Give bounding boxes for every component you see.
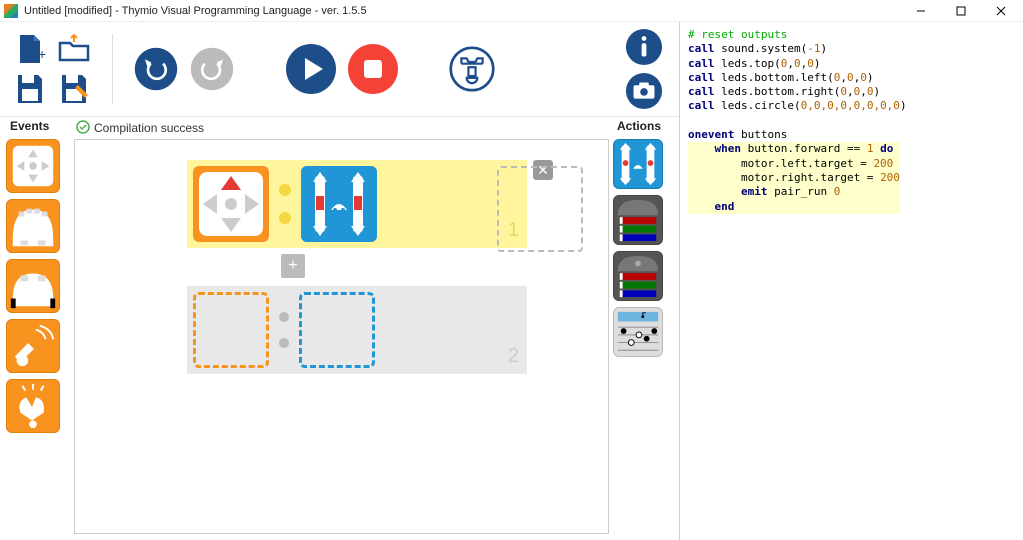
- event-prox-ground-tile[interactable]: [6, 259, 60, 313]
- redo-button[interactable]: [189, 46, 235, 92]
- action-bottom-color-tile[interactable]: [613, 251, 663, 301]
- program-row-2[interactable]: 2: [187, 286, 527, 374]
- toolbar: +: [0, 22, 679, 117]
- svg-text:+: +: [38, 46, 46, 62]
- action-music-tile[interactable]: [613, 307, 663, 357]
- maximize-button[interactable]: [943, 0, 979, 22]
- row2-action-slot[interactable]: [299, 292, 375, 368]
- event-tap-tile[interactable]: [6, 319, 60, 373]
- close-button[interactable]: [983, 0, 1019, 22]
- add-row-button[interactable]: +: [281, 254, 305, 278]
- event-clap-tile[interactable]: [6, 379, 60, 433]
- actions-palette: [613, 137, 673, 357]
- program-canvas[interactable]: 1 ✕ + 2: [74, 139, 609, 534]
- events-palette: [6, 137, 70, 433]
- screenshot-button[interactable]: [625, 72, 663, 110]
- program-row-1[interactable]: 1 ✕: [187, 160, 527, 248]
- status-text: Compilation success: [94, 121, 204, 135]
- action-motors-tile[interactable]: [613, 139, 663, 189]
- row2-event-slot[interactable]: [193, 292, 269, 368]
- advanced-mode-button[interactable]: [449, 46, 495, 92]
- save-button[interactable]: [12, 71, 48, 107]
- open-file-button[interactable]: [56, 31, 92, 67]
- minimize-button[interactable]: [903, 0, 939, 22]
- events-label: Events: [10, 119, 70, 133]
- event-buttons-tile[interactable]: [6, 139, 60, 193]
- content-area: Events: [0, 117, 679, 540]
- titlebar: Untitled [modified] - Thymio Visual Prog…: [0, 0, 1023, 22]
- toolbar-separator: [112, 34, 113, 104]
- row1-action-block[interactable]: [301, 166, 377, 242]
- event-prox-horizontal-tile[interactable]: [6, 199, 60, 253]
- stop-button[interactable]: [347, 43, 399, 95]
- window-title: Untitled [modified] - Thymio Visual Prog…: [24, 5, 903, 17]
- row1-event-block[interactable]: [193, 166, 269, 242]
- success-icon: [76, 120, 90, 137]
- actions-label: Actions: [617, 119, 673, 133]
- code-pane[interactable]: # reset outputs call sound.system(-1) ca…: [680, 22, 1023, 540]
- left-pane: +: [0, 22, 680, 540]
- row2-number: 2: [508, 345, 519, 368]
- info-button[interactable]: [625, 28, 663, 66]
- action-top-color-tile[interactable]: [613, 195, 663, 245]
- compile-status: Compilation success: [74, 117, 609, 139]
- new-file-button[interactable]: +: [12, 31, 48, 67]
- row1-extra-slot[interactable]: [497, 166, 583, 252]
- save-as-button[interactable]: [56, 71, 92, 107]
- app-icon: [4, 4, 18, 18]
- undo-button[interactable]: [133, 46, 179, 92]
- run-button[interactable]: [285, 43, 337, 95]
